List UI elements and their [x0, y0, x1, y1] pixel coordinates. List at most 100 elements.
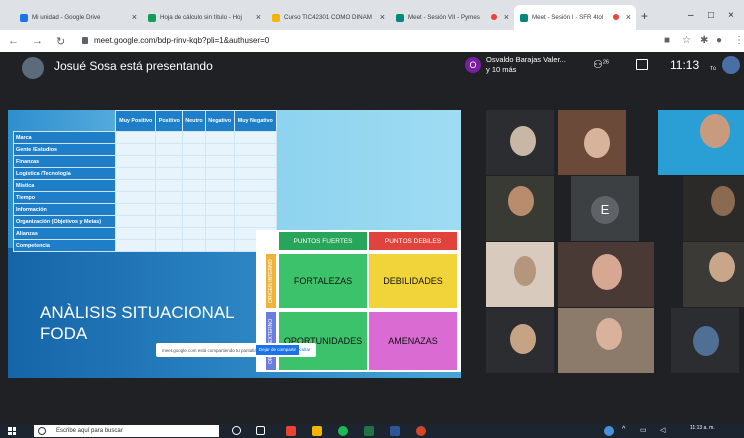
participant-summary[interactable]: Osvaldo Barajas Valer... y 10 más — [486, 55, 576, 75]
meet-icon — [396, 13, 404, 22]
spotify-icon[interactable] — [338, 426, 348, 436]
participant-avatar-e: E — [591, 196, 619, 224]
participant-tile[interactable] — [683, 176, 744, 241]
participant-video — [510, 324, 536, 354]
tab-meet-sesion-i[interactable]: Meet - Sesión I - SFR 4tol × — [514, 5, 636, 30]
chrome-icon[interactable] — [286, 426, 296, 436]
file-explorer-icon[interactable] — [312, 426, 322, 436]
meeting-clock: 11:13 — [670, 58, 700, 72]
task-view-icon[interactable] — [256, 426, 265, 435]
recording-icon — [613, 14, 619, 20]
participant-tile[interactable] — [486, 308, 554, 373]
table-header: Neutro — [182, 110, 206, 132]
presented-slide: Muy Positivo Positivo Neutro Negativo Mu… — [8, 110, 461, 378]
taskbar-clock[interactable]: 11:13 a. m. — [690, 426, 715, 431]
chat-icon[interactable] — [636, 59, 648, 70]
self-avatar[interactable] — [722, 56, 740, 74]
presenter-text: Josué Sosa está presentando — [54, 59, 213, 73]
quadrant-debilidades: DEBILIDADES — [369, 254, 457, 308]
header-puntos-fuertes: PUNTOS FUERTES — [279, 232, 367, 250]
tab-sheets[interactable]: Hoja de cálculo sin título - Hoj × — [142, 5, 266, 30]
presenter-avatar — [22, 57, 44, 79]
slide-title: ANÀLISIS SITUACIONAL FODA — [40, 303, 235, 343]
minimize-icon[interactable]: – — [688, 10, 694, 21]
participant-tile[interactable] — [558, 110, 626, 175]
tab-course[interactable]: Curso TIC42301 COMO DINAM × — [266, 5, 390, 30]
maximize-icon[interactable]: □ — [708, 10, 714, 21]
participant-grid: E — [461, 110, 744, 378]
stop-sharing-button[interactable]: Dejar de compartir — [256, 345, 300, 355]
windows-start-icon[interactable] — [8, 427, 16, 435]
meet-icon — [520, 13, 528, 22]
forward-icon[interactable]: → — [32, 35, 43, 47]
label-origen-interno: ORIGEN INTERNO — [266, 254, 276, 308]
browser-tab-bar: Mi unidad - Google Drive × Hoja de cálcu… — [0, 0, 744, 30]
table-row: Mística — [13, 179, 278, 192]
lock-icon — [82, 37, 88, 44]
address-bar: ← → ↻ meet.google.com/bdp-rinv-kqb?pli=1… — [0, 30, 744, 53]
table-row: Tiempo — [13, 191, 278, 204]
back-icon[interactable]: ← — [8, 35, 19, 47]
table-row: Marca — [13, 131, 278, 144]
new-tab-button[interactable]: + — [641, 9, 648, 23]
url-field[interactable]: meet.google.com/bdp-rinv-kqb?pli=1&authu… — [94, 36, 269, 45]
participant-video — [510, 126, 536, 156]
participant-video — [508, 186, 534, 216]
table-header: Negativo — [204, 110, 235, 132]
people-count: 26 — [602, 59, 609, 66]
close-tab-icon[interactable]: × — [504, 12, 509, 22]
participant-video — [596, 318, 622, 350]
cortana-icon[interactable] — [232, 426, 241, 435]
table-row: Organización (Objetivos y Metas) — [13, 215, 278, 228]
table-row: Finanzas — [13, 155, 278, 168]
quadrant-fortalezas: FORTALEZAS — [279, 254, 367, 308]
participant-tile[interactable] — [486, 242, 554, 307]
quadrant-amenazas: AMENAZAS — [369, 312, 457, 370]
participant-video — [592, 254, 622, 290]
meet-bottom-bar — [0, 378, 744, 424]
camera-icon[interactable]: ■ — [664, 35, 670, 46]
participant-tile[interactable] — [558, 308, 654, 373]
excel-icon[interactable] — [364, 426, 374, 436]
meet-header: Josué Sosa está presentando O Osvaldo Ba… — [0, 52, 744, 110]
screen-share-notification: meet.google.com está compartiendo tu pan… — [156, 343, 316, 357]
tab-google-drive[interactable]: Mi unidad - Google Drive × — [14, 5, 142, 30]
participant-tile[interactable] — [658, 110, 744, 175]
table-header: Positivo — [155, 110, 184, 132]
reload-icon[interactable]: ↻ — [56, 35, 65, 48]
close-tab-icon[interactable]: × — [626, 12, 631, 22]
app-icon[interactable] — [416, 426, 426, 436]
participant-avatar: O — [465, 57, 481, 73]
volume-icon[interactable]: ◁ — [660, 426, 665, 434]
network-icon[interactable]: ▭ — [640, 426, 647, 434]
extension-icon[interactable]: ✱ — [700, 35, 708, 46]
close-tab-icon[interactable]: × — [256, 12, 261, 22]
participant-video — [514, 256, 536, 286]
hide-button[interactable]: Ocultar — [296, 345, 311, 355]
chevron-up-icon[interactable]: ^ — [622, 426, 625, 433]
situational-table: Muy Positivo Positivo Neutro Negativo Mu… — [13, 110, 278, 252]
participant-tile[interactable] — [558, 242, 654, 307]
close-window-icon[interactable]: × — [728, 10, 734, 21]
table-row: Información — [13, 203, 278, 216]
close-tab-icon[interactable]: × — [380, 12, 385, 22]
tab-meet-sesion-vii[interactable]: Meet - Sesión VII - Pymes × — [390, 5, 514, 30]
taskbar-search[interactable]: Escribe aquí para buscar — [34, 425, 219, 437]
people-button[interactable]: ⚇26 — [593, 58, 609, 71]
profile-icon[interactable]: ● — [716, 35, 722, 46]
word-icon[interactable] — [390, 426, 400, 436]
recording-icon — [491, 14, 497, 20]
close-tab-icon[interactable]: × — [132, 12, 137, 22]
header-puntos-debiles: PUNTOS DEBILES — [369, 232, 457, 250]
participant-tile[interactable]: E — [571, 176, 639, 241]
participant-video — [711, 186, 735, 216]
participant-tile[interactable] — [671, 308, 739, 373]
participant-tile[interactable] — [683, 242, 744, 307]
moodle-icon — [272, 13, 280, 22]
user-tray-icon[interactable] — [604, 426, 614, 436]
participant-video — [700, 114, 730, 148]
menu-icon[interactable]: ⋮ — [734, 35, 744, 46]
participant-tile[interactable] — [486, 176, 554, 241]
star-icon[interactable]: ☆ — [682, 35, 691, 46]
participant-tile[interactable] — [486, 110, 554, 175]
